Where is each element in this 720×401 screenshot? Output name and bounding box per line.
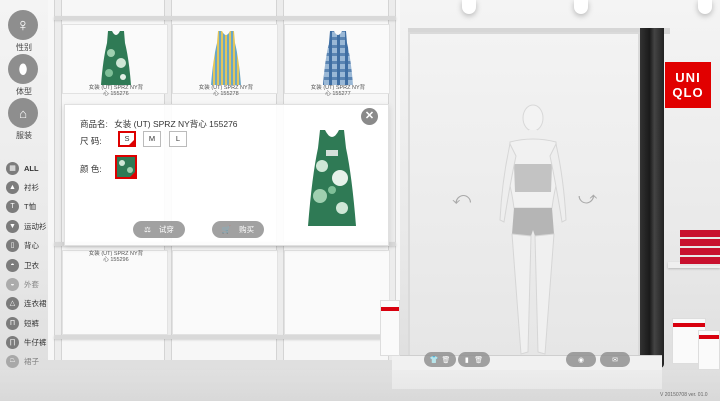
tryon-item-slot[interactable]: 👕 🗑: [424, 352, 456, 367]
tank-top-stripe-yellow: [211, 31, 241, 85]
shelf-board: [54, 16, 396, 20]
shirt-icon: ▲: [6, 180, 19, 194]
fitting-room-curtain: [640, 28, 664, 368]
tank-top-plaid-blue: [323, 31, 353, 85]
category-shorts[interactable]: Π 短裤: [6, 316, 39, 330]
product-name-value: 女装 (UT) SPRZ NY背心 155276: [114, 119, 238, 129]
item-label: 女装 (UT) SPRZ NY背心 155278: [198, 85, 254, 97]
body-type-label: 体型: [16, 87, 32, 96]
clothing-label: 服装: [16, 131, 32, 140]
scale-icon: ⚖: [144, 225, 151, 234]
ceiling-light: [574, 0, 588, 14]
tshirt-icon: T: [6, 199, 19, 213]
color-label: 颜 色:: [80, 164, 102, 174]
cart-icon: 🛒: [221, 225, 232, 234]
body-type-button[interactable]: ⬮: [8, 54, 38, 84]
shelf-board: [54, 335, 396, 339]
share-wechat-button[interactable]: ✉: [600, 352, 630, 367]
close-panel-button[interactable]: ✕: [361, 108, 378, 125]
ceiling-light: [462, 0, 476, 14]
gender-button[interactable]: ♀: [8, 10, 38, 40]
color-swatch-floral-green[interactable]: [115, 155, 137, 179]
product-name-label: 商品名:: [80, 119, 108, 129]
mannequin: [499, 104, 567, 355]
sweatshirt-icon: ▼: [6, 219, 19, 233]
jacket-icon: ◒: [6, 277, 19, 291]
trash-icon[interactable]: 🗑: [474, 356, 483, 364]
category-all[interactable]: ▦ ALL: [6, 161, 39, 175]
rotate-left-icon[interactable]: ⤺: [452, 188, 471, 209]
size-label: 尺 码:: [80, 136, 102, 146]
tryon-item-slot[interactable]: ▮ 🗑: [458, 352, 490, 367]
clothing-button[interactable]: ⌂: [8, 98, 38, 128]
try-on-button[interactable]: ⚖ 试穿: [133, 221, 185, 238]
item-label: 女装 (UT) SPRZ NY背心 155296: [88, 251, 144, 263]
shelf-post: [54, 0, 62, 360]
shelf-cell-empty: [284, 250, 390, 335]
rotate-right-icon[interactable]: ⤻: [578, 188, 597, 209]
category-tshirt[interactable]: T T恤: [6, 199, 36, 213]
category-hoodie[interactable]: ◓ 卫衣: [6, 258, 39, 272]
category-tank[interactable]: ▯ 背心: [6, 238, 39, 252]
product-name-row: 商品名: 女装 (UT) SPRZ NY背心 155276: [80, 118, 238, 130]
shelf-cell-empty: [172, 250, 278, 335]
shelf-item[interactable]: 女装 (UT) SPRZ NY背心 155277: [284, 24, 390, 97]
pants-icon: ▮: [464, 356, 469, 364]
hanger-icon: ⌂: [19, 105, 27, 121]
selected-check-icon: [129, 171, 135, 177]
category-jacket[interactable]: ◒ 外套: [6, 277, 39, 291]
skirt-icon: ⏢: [6, 354, 19, 368]
selected-check-icon: [128, 139, 135, 146]
category-dress[interactable]: △ 连衣裙: [6, 296, 47, 310]
shelf-item[interactable]: 女装 (UT) SPRZ NY背心 155276: [62, 24, 168, 97]
body-shape-icon: ⬮: [18, 60, 28, 77]
hoodie-icon: ◓: [6, 258, 19, 272]
share-weibo-button[interactable]: ◉: [566, 352, 596, 367]
buy-button[interactable]: 🛒 购买: [212, 221, 264, 238]
shopping-bag: [380, 300, 400, 356]
trash-icon[interactable]: 🗑: [442, 356, 451, 364]
weibo-icon: ◉: [577, 356, 585, 364]
close-icon: ✕: [364, 110, 375, 122]
category-skirt[interactable]: ⏢ 裙子: [6, 354, 39, 368]
shopping-bag: [698, 330, 720, 370]
wechat-icon: ✉: [612, 356, 618, 364]
size-option-s[interactable]: S: [118, 131, 136, 147]
shelf-item[interactable]: 女装 (UT) SPRZ NY背心 155296: [62, 250, 168, 335]
item-label: 女装 (UT) SPRZ NY背心 155276: [88, 85, 144, 97]
dress-icon: △: [6, 296, 19, 310]
left-toolbar: ♀ 性别 ⬮ 体型 ⌂ 服装 ▦ ALL ▲ 衬衫 T T恤 ▼ 运动衫 ▯ 背心 ◓ 卫衣…: [0, 0, 48, 401]
item-label: 女装 (UT) SPRZ NY背心 155277: [310, 85, 366, 97]
brand-logo: UNI QLO: [665, 62, 711, 108]
category-sweatshirt[interactable]: ▼ 运动衫: [6, 219, 47, 233]
size-option-m[interactable]: M: [143, 131, 161, 147]
size-option-l[interactable]: L: [169, 131, 187, 147]
category-shirt[interactable]: ▲ 衬衫: [6, 180, 39, 194]
tank-icon: ▯: [6, 238, 19, 252]
tank-top-floral-green: [101, 31, 131, 85]
jeans-icon: ∏: [6, 335, 19, 349]
shirt-icon: 👕: [429, 356, 439, 364]
female-icon: ♀: [16, 14, 30, 35]
grid-icon: ▦: [6, 161, 19, 175]
category-jeans[interactable]: ∏ 牛仔裤: [6, 335, 47, 349]
version-text: V 20150708 ver. 01.0: [660, 392, 708, 398]
folded-clothes-stack: [680, 230, 720, 266]
shorts-icon: Π: [6, 316, 19, 330]
floor: [0, 370, 720, 401]
product-image: [308, 130, 356, 226]
ceiling-light: [698, 0, 712, 14]
gender-label: 性别: [16, 43, 32, 52]
shelf-item[interactable]: 女装 (UT) SPRZ NY背心 155278: [172, 24, 278, 97]
